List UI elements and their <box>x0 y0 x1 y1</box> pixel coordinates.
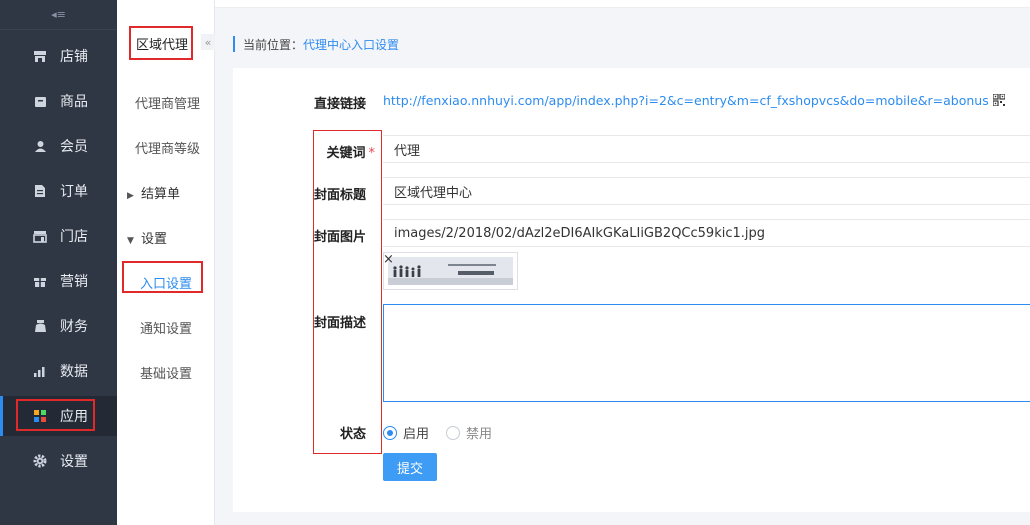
store-icon <box>32 48 48 64</box>
subnav-item-basic-settings[interactable]: 基础设置 <box>117 363 215 382</box>
sidebar-item-store[interactable]: 店铺 <box>0 36 117 76</box>
qrcode-icon[interactable] <box>992 93 1006 107</box>
remove-image-icon[interactable]: × <box>383 252 394 267</box>
status-radio-enabled[interactable]: 启用 <box>383 423 429 442</box>
sidebar-item-marketing[interactable]: 营销 <box>0 261 117 301</box>
submit-button[interactable]: 提交 <box>383 453 437 481</box>
sidebar-item-settings[interactable]: 设置 <box>0 441 117 481</box>
sidebar-item-label: 应用 <box>60 409 88 425</box>
menu-toggle-icon: ◂≡ <box>51 8 66 21</box>
gear-icon <box>32 453 48 469</box>
double-chevron-left-icon: « <box>204 35 212 49</box>
sub-navigation: 区域代理 代理商管理 代理商等级 ▶ 结算单 ▼ 设置 入口设置 通知设置 基础设置 <box>117 0 215 525</box>
status-option-label: 禁用 <box>466 427 493 442</box>
sidebar-item-label: 门店 <box>60 229 88 245</box>
cover-image-input[interactable]: images/2/2018/02/dAzl2eDI6AIkGKaLIiGB2QC… <box>383 219 1030 247</box>
link-label: 直接链接 <box>313 97 366 112</box>
apps-icon <box>32 408 48 424</box>
subnav-item-agent-manage[interactable]: 代理商管理 <box>117 93 215 112</box>
cover-title-label: 封面标题 <box>313 188 366 203</box>
shop-icon <box>32 228 48 244</box>
sidebar-item-stores[interactable]: 门店 <box>0 216 117 256</box>
sidebar-toggle[interactable]: ◂≡ <box>0 0 117 30</box>
cover-image-thumbnail <box>383 252 518 290</box>
status-option-label: 启用 <box>403 427 430 442</box>
breadcrumb-current[interactable]: 代理中心入口设置 <box>303 36 399 53</box>
subnav-item-notify-settings[interactable]: 通知设置 <box>117 318 215 337</box>
status-label: 状态 <box>339 427 366 442</box>
breadcrumb-prefix: 当前位置： <box>243 37 304 52</box>
sidebar-item-data[interactable]: 数据 <box>0 351 117 391</box>
goods-icon <box>32 93 48 109</box>
cover-desc-textarea[interactable] <box>383 304 1030 402</box>
collapse-subnav-button[interactable]: « <box>201 34 215 50</box>
subnav-group-settlement[interactable]: ▶ 结算单 <box>117 183 215 202</box>
order-icon <box>32 183 48 199</box>
sidebar-item-apps[interactable]: 应用 <box>0 396 117 436</box>
cover-image-graphic <box>388 257 513 285</box>
keyword-input[interactable]: 代理 <box>383 135 1030 163</box>
radio-dot <box>383 425 397 440</box>
cover-image-label: 封面图片 <box>313 230 366 245</box>
chart-icon <box>32 363 48 379</box>
cover-title-input[interactable]: 区域代理中心 <box>383 177 1030 205</box>
radio-dot <box>446 425 460 440</box>
sidebar-item-label: 店铺 <box>60 49 88 65</box>
sidebar-item-label: 财务 <box>60 319 88 335</box>
sidebar-item-label: 会员 <box>60 139 88 155</box>
subnav-item-agent-level[interactable]: 代理商等级 <box>117 138 215 157</box>
sidebar-item-finance[interactable]: 财务 <box>0 306 117 346</box>
sidebar-item-label: 数据 <box>60 364 88 380</box>
subnav-item-entry-settings[interactable]: 入口设置 <box>117 273 215 292</box>
cover-image-preview <box>388 257 513 285</box>
subnav-group-label: 设置 <box>141 232 168 247</box>
caret-down-icon: ▼ <box>127 236 134 246</box>
sidebar-item-orders[interactable]: 订单 <box>0 171 117 211</box>
keyword-label: 关键词 * <box>295 142 375 161</box>
breadcrumb: 当前位置： 代理中心入口设置 <box>233 36 399 52</box>
keyword-label-text: 关键词 <box>326 146 366 161</box>
sidebar-item-label: 营销 <box>60 274 88 290</box>
subnav-group-settings[interactable]: ▼ 设置 <box>117 228 215 247</box>
direct-link[interactable]: http://fenxiao.nnhuyi.com/app/index.php?… <box>383 93 1006 108</box>
gift-icon <box>32 273 48 289</box>
sidebar-item-goods[interactable]: 商品 <box>0 81 117 121</box>
money-bag-icon <box>32 318 48 334</box>
caret-right-icon: ▶ <box>127 191 134 201</box>
direct-link-text[interactable]: http://fenxiao.nnhuyi.com/app/index.php?… <box>383 93 989 108</box>
sidebar-item-label: 设置 <box>60 454 88 470</box>
sidebar-item-label: 订单 <box>60 184 88 200</box>
required-mark: * <box>368 146 376 161</box>
sidebar-item-label: 商品 <box>60 94 88 110</box>
status-radio-disabled[interactable]: 禁用 <box>446 423 492 442</box>
cover-desc-label: 封面描述 <box>313 316 366 331</box>
subnav-group-label: 结算单 <box>141 187 181 202</box>
sidebar-item-members[interactable]: 会员 <box>0 126 117 166</box>
user-icon <box>32 138 48 154</box>
top-bar <box>215 0 1030 8</box>
